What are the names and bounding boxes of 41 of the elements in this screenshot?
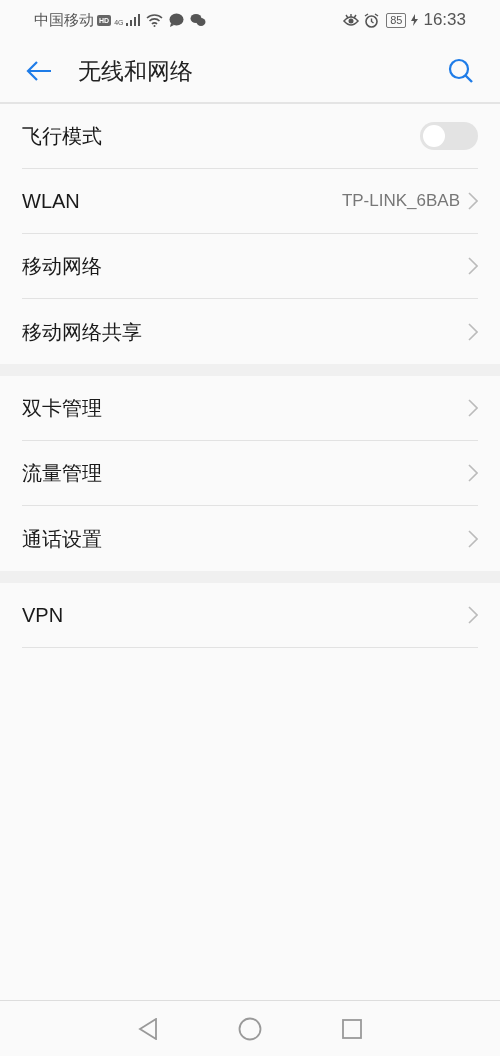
chevron-icon xyxy=(468,606,478,624)
settings-row[interactable]: 通话设置 xyxy=(22,506,478,571)
row-label: 双卡管理 xyxy=(22,396,103,421)
chevron-icon xyxy=(468,257,478,275)
row-label: VPN xyxy=(22,603,65,628)
row-label: WLAN xyxy=(22,189,81,214)
charging-icon xyxy=(411,14,419,26)
clock-time: 16:33 xyxy=(423,9,466,32)
row-label: 流量管理 xyxy=(22,461,103,486)
settings-row[interactable]: VPN xyxy=(22,583,478,648)
home-circle-icon[interactable] xyxy=(238,1016,262,1041)
page-title: 无线和网络 xyxy=(78,56,194,86)
double-chat-bubble-icon xyxy=(190,13,207,27)
back-triangle-icon[interactable] xyxy=(138,1017,158,1040)
settings-row[interactable]: 流量管理 xyxy=(22,441,478,506)
search-icon xyxy=(448,58,474,84)
settings-row[interactable]: 移动网络 xyxy=(22,234,478,299)
recents-square-icon[interactable] xyxy=(342,1018,362,1039)
row-label: 飞行模式 xyxy=(22,124,103,149)
carrier-name: 中国移动 xyxy=(34,9,94,30)
alarm-clock-icon xyxy=(364,12,380,28)
chevron-icon xyxy=(468,322,478,341)
row-label: 通话设置 xyxy=(22,526,103,552)
chevron-icon xyxy=(468,464,478,482)
toggle-switch[interactable] xyxy=(420,122,478,150)
row-label: 移动网络 xyxy=(22,254,103,279)
chevron-icon xyxy=(468,192,478,210)
chevron-icon xyxy=(468,399,478,417)
back-arrow-icon xyxy=(26,60,52,82)
signal-icon xyxy=(126,14,141,26)
eye-icon xyxy=(343,13,360,27)
battery-level: 85 xyxy=(386,12,407,28)
wifi-icon xyxy=(146,13,164,27)
chat-bubble-icon xyxy=(169,13,185,27)
row-label: 移动网络共享 xyxy=(22,319,143,345)
settings-row[interactable]: 移动网络共享 xyxy=(22,299,478,364)
row-value: TP-LINK_6BAB xyxy=(341,190,460,213)
settings-row[interactable]: WLAN TP-LINK_6BAB xyxy=(22,169,478,234)
chevron-icon xyxy=(468,529,478,548)
settings-row[interactable]: 飞行模式 xyxy=(22,104,478,169)
settings-row[interactable]: 双卡管理 xyxy=(22,376,478,441)
